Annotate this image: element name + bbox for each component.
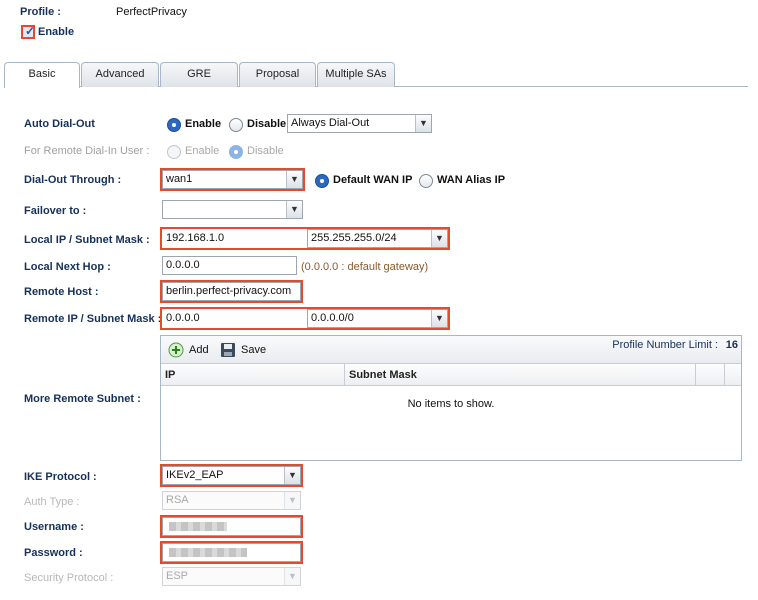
add-button[interactable]: Add: [168, 341, 218, 359]
default-wan-ip-radio[interactable]: [315, 174, 329, 188]
remote-ip-input[interactable]: 0.0.0.0: [162, 309, 307, 328]
remote-ip-value: 0.0.0.0: [166, 312, 200, 324]
remote-dial-in-disable-label: Disable: [247, 145, 284, 157]
remote-subnet-mask-select[interactable]: 0.0.0.0/0 ▼: [307, 309, 448, 328]
username-input[interactable]: [160, 515, 303, 538]
local-ip-group: 192.168.1.0 255.255.255.0/24 ▼: [160, 227, 450, 250]
profile-label: Profile :: [20, 6, 61, 18]
dial-out-through-label: Dial-Out Through :: [24, 174, 122, 186]
auth-type-value: RSA: [166, 494, 189, 506]
local-ip-input[interactable]: 192.168.1.0: [162, 229, 307, 248]
enable-label: Enable: [38, 26, 75, 38]
wan-alias-ip-radio[interactable]: [419, 174, 433, 188]
more-remote-subnet-label: More Remote Subnet :: [24, 393, 141, 405]
dial-out-mode-value: Always Dial-Out: [291, 117, 370, 129]
dial-out-mode-select[interactable]: Always Dial-Out ▼: [287, 114, 432, 133]
security-protocol-label: Security Protocol :: [24, 572, 114, 584]
check-icon: ✓: [25, 24, 36, 38]
remote-host-value: berlin.perfect-privacy.com: [166, 285, 292, 297]
chevron-down-icon: ▼: [286, 201, 302, 218]
auth-type-label: Auth Type :: [24, 496, 80, 508]
add-label: Add: [189, 344, 209, 356]
username-label: Username :: [24, 521, 84, 533]
failover-to-select[interactable]: ▼: [162, 200, 303, 219]
local-next-hop-value: 0.0.0.0: [166, 259, 200, 271]
remote-ip-group: 0.0.0.0 0.0.0.0/0 ▼: [160, 307, 450, 330]
remote-dial-in-label: For Remote Dial-In User :: [24, 145, 150, 157]
auto-dial-out-disable-label: Disable: [247, 118, 287, 130]
remote-host-label: Remote Host :: [24, 286, 99, 298]
security-protocol-select[interactable]: ESP ▼: [162, 567, 301, 586]
ike-protocol-label: IKE Protocol :: [24, 471, 97, 483]
security-protocol-value: ESP: [166, 570, 189, 582]
auth-type-select[interactable]: RSA ▼: [162, 491, 301, 510]
column-ip[interactable]: IP: [161, 364, 345, 386]
chevron-down-icon: ▼: [415, 115, 431, 132]
profile-name: PerfectPrivacy: [116, 6, 187, 18]
chevron-down-icon: ▼: [431, 230, 447, 247]
save-label: Save: [241, 344, 267, 356]
auto-dial-out-label: Auto Dial-Out: [24, 118, 95, 130]
chevron-down-icon: ▼: [284, 568, 300, 585]
local-next-hop-input[interactable]: 0.0.0.0: [162, 256, 297, 275]
ike-protocol-select[interactable]: IKEv2_EAP ▼: [160, 464, 303, 487]
profile-number-limit-label: Profile Number Limit :: [612, 339, 718, 351]
local-next-hop-label: Local Next Hop :: [24, 261, 111, 273]
add-icon: [168, 342, 184, 358]
column-subnet-mask[interactable]: Subnet Mask: [345, 364, 696, 386]
wan-alias-ip-label: WAN Alias IP: [437, 174, 506, 186]
grid-toolbar: Add Save Profile Number Limit : 16: [161, 336, 741, 364]
failover-to-label: Failover to :: [24, 205, 87, 217]
password-input[interactable]: [160, 541, 303, 564]
auto-dial-out-disable-radio[interactable]: [229, 118, 243, 132]
grid-header: IP Subnet Mask: [161, 364, 741, 386]
local-subnet-mask-select[interactable]: 255.255.255.0/24 ▼: [307, 229, 448, 248]
remote-dial-in-disable-radio[interactable]: [229, 145, 243, 159]
remote-ip-label: Remote IP / Subnet Mask :: [24, 313, 162, 325]
tab-multiple-sas[interactable]: Multiple SAs: [317, 62, 395, 87]
column-extra: [696, 364, 725, 386]
local-subnet-mask-value: 255.255.255.0/24: [311, 232, 397, 244]
save-icon: [221, 343, 235, 357]
redacted-username: [169, 522, 227, 531]
save-button[interactable]: Save: [220, 341, 274, 359]
tab-gre[interactable]: GRE: [160, 62, 238, 87]
chevron-down-icon: ▼: [284, 492, 300, 509]
chevron-down-icon: ▼: [431, 310, 447, 327]
ike-protocol-value: IKEv2_EAP: [166, 469, 224, 481]
remote-dial-in-enable-radio[interactable]: [167, 145, 181, 159]
tab-advanced[interactable]: Advanced: [81, 62, 159, 87]
local-next-hop-hint: (0.0.0.0 : default gateway): [301, 261, 429, 273]
remote-subnet-grid: Add Save Profile Number Limit : 16 IP Su…: [160, 335, 742, 461]
grid-empty-message: No items to show.: [407, 398, 495, 410]
local-ip-value: 192.168.1.0: [166, 232, 225, 244]
tab-basic[interactable]: Basic: [4, 62, 80, 88]
dial-out-through-value: wan1: [166, 173, 193, 185]
chevron-down-icon: ▼: [284, 467, 300, 484]
password-label: Password :: [24, 547, 83, 559]
profile-number-limit-value: 16: [725, 339, 738, 351]
auto-dial-out-enable-label: Enable: [185, 118, 222, 130]
auto-dial-out-enable-radio[interactable]: [167, 118, 181, 132]
enable-checkbox[interactable]: ✓: [21, 24, 36, 39]
redacted-password: [169, 548, 247, 557]
tab-bar: Basic Advanced GRE Proposal Multiple SAs: [4, 62, 748, 88]
remote-subnet-mask-value: 0.0.0.0/0: [311, 312, 354, 324]
dial-out-through-select[interactable]: wan1 ▼: [160, 168, 305, 191]
chevron-down-icon: ▼: [286, 171, 302, 188]
tab-proposal[interactable]: Proposal: [239, 62, 316, 87]
remote-dial-in-enable-label: Enable: [185, 145, 220, 157]
default-wan-ip-label: Default WAN IP: [333, 174, 413, 186]
local-ip-label: Local IP / Subnet Mask :: [24, 234, 150, 246]
remote-host-input[interactable]: berlin.perfect-privacy.com: [160, 280, 303, 303]
